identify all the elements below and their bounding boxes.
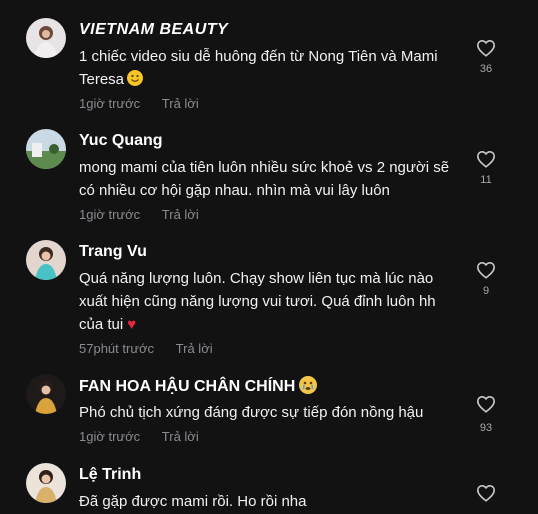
avatar[interactable] [26,18,66,58]
scrollbar[interactable] [530,0,538,514]
reply-button[interactable]: Trả lời [162,207,199,222]
heart-outline-icon [476,150,496,168]
heart-outline-icon [476,395,496,413]
comment-text: Quá năng lượng luôn. Chạy show liên tục … [79,267,459,336]
comment-timestamp: 1giờ trước [79,207,141,222]
reply-button[interactable]: Trả lời [162,429,199,444]
comment-timestamp: 57phút trước [79,341,155,356]
comment-meta: 57phút trước Trả lời [79,341,213,357]
comment-meta: 1giờ trước Trả lời [79,207,199,223]
like-count: 36 [479,63,493,75]
comment-text: Đã gặp được mami rồi. Ho rồi nha [79,490,459,513]
comment-text: 1 chiếc video siu dễ huông đến từ Nong T… [79,45,459,91]
like-button[interactable]: 11 [472,150,500,186]
like-count: 93 [479,422,493,434]
comment-username[interactable]: Yuc Quang [79,131,163,151]
comment-username-text: FAN HOA HẬU CHÂN CHÍNH [79,378,296,395]
avatar[interactable] [26,240,66,280]
comment-timestamp: 1giờ trước [79,429,141,444]
heart-outline-icon [476,39,496,57]
comment-text-body: mong mami của tiên luôn nhiều sức khoẻ v… [79,159,450,199]
comment-username[interactable]: FAN HOA HẬU CHÂN CHÍNH [79,376,318,397]
comment-text-body: Đã gặp được mami rồi. Ho rồi nha [79,493,307,510]
comment-timestamp: 1giờ trước [79,96,141,111]
like-count: 9 [482,285,490,297]
heart-outline-icon [476,484,496,502]
smiling-face-icon [127,70,144,86]
comment-username[interactable]: Trang Vu [79,242,147,262]
reply-button[interactable]: Trả lời [176,341,213,356]
like-count: 11 [480,174,492,186]
comment-meta: 1giờ trước Trả lời [79,96,199,112]
comment-username[interactable]: VIETNAM BEAUTY [79,20,228,40]
like-button[interactable]: 93 [472,395,500,434]
comment-text-body: Phó chủ tịch xứng đáng được sự tiếp đón … [79,404,424,421]
avatar[interactable] [26,129,66,169]
like-button[interactable] [472,484,500,502]
like-button[interactable]: 9 [472,261,500,297]
comment-text: Phó chủ tịch xứng đáng được sự tiếp đón … [79,401,459,424]
red-heart-icon: ♥ [127,316,137,333]
comment-meta: 1giờ trước Trả lời [79,429,199,445]
like-button[interactable]: 36 [472,39,500,75]
crying-face-icon [299,376,318,394]
avatar[interactable] [26,374,66,414]
comment-username[interactable]: Lệ Trinh [79,465,141,485]
avatar[interactable] [26,463,66,503]
comment-text: mong mami của tiên luôn nhiều sức khoẻ v… [79,156,459,202]
heart-outline-icon [476,261,496,279]
reply-button[interactable]: Trả lời [162,96,199,111]
